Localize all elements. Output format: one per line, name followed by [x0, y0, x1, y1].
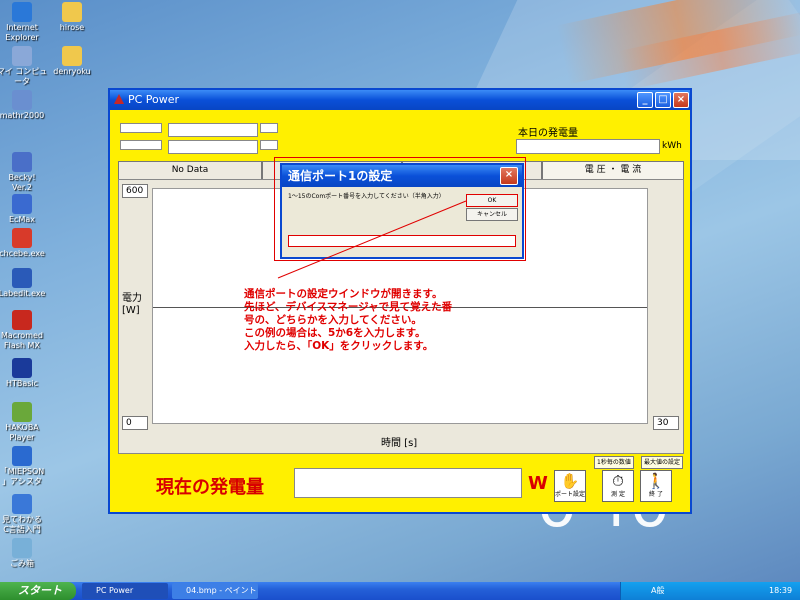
- desktop-icon[interactable]: 見てわかる C言語入門: [0, 494, 54, 535]
- task-pc-power-label: PC Power: [96, 586, 134, 595]
- desktop-icon[interactable]: HTBasic: [0, 358, 54, 389]
- desktop-icon-image: [12, 194, 32, 214]
- kwh-unit: kWh: [662, 141, 682, 151]
- desktop-icon-image: [12, 402, 32, 422]
- desktop-icon[interactable]: HAKOBA Player: [0, 402, 54, 443]
- window-title: PC Power: [128, 93, 180, 106]
- dialog-title: 通信ポート1の設定: [288, 169, 393, 183]
- app-icon: [114, 94, 124, 104]
- max-setting-label[interactable]: 最大値の設定: [641, 456, 684, 469]
- close-button[interactable]: ×: [673, 92, 689, 108]
- taskbar: スタート PC Power 04.bmp - ペイント A般 18:39: [0, 582, 800, 600]
- field-1-label: [120, 123, 162, 133]
- desktop-icon-label: Macromed Flash MX: [0, 331, 43, 350]
- desktop-icon[interactable]: EcMax: [0, 194, 54, 225]
- desktop-icon[interactable]: ごみ箱: [0, 538, 54, 569]
- desktop-icon-label: Labedit.exe: [0, 289, 46, 298]
- desktop-icon[interactable]: Becky! Ver.2: [0, 152, 54, 193]
- desktop-icon-image: [62, 2, 82, 22]
- tab-voltage-current[interactable]: 電 圧 ・ 電 流: [542, 161, 684, 179]
- maximize-button[interactable]: □: [655, 92, 671, 108]
- desktop-icon-label: ごみ箱: [10, 559, 34, 568]
- field-1-unit: [260, 123, 278, 133]
- start-button[interactable]: スタート: [0, 582, 76, 600]
- y-axis-max: 600: [122, 184, 148, 198]
- start-label: スタート: [18, 584, 62, 597]
- y-axis-label: 電力 [W]: [122, 293, 142, 316]
- tab-no-data[interactable]: No Data: [118, 161, 262, 179]
- exit-person-icon: 🚶: [646, 472, 666, 490]
- dialog-titlebar[interactable]: 通信ポート1の設定 ×: [282, 165, 522, 187]
- desktop-icon-image: [12, 310, 32, 330]
- task-paint[interactable]: 04.bmp - ペイント: [172, 583, 258, 599]
- desktop-icon-image: [12, 90, 32, 110]
- port-setting-dialog: 通信ポート1の設定 × 1〜15のComポート番号を入力してください（半角入力）…: [280, 163, 524, 259]
- desktop-icon-image: [12, 494, 32, 514]
- desktop-icon-image: [12, 358, 32, 378]
- x-axis-label: 時間 [s]: [381, 438, 418, 449]
- desktop-icon-label: 見てわかる C言語入門: [2, 515, 42, 534]
- desktop-icon-label: HTBasic: [5, 379, 39, 388]
- desktop-icon[interactable]: denryoku: [40, 46, 104, 77]
- desktop-icon-image: [12, 538, 32, 558]
- task-pc-power[interactable]: PC Power: [82, 583, 168, 599]
- desktop-icon-label: denryoku: [53, 67, 91, 76]
- measure-button[interactable]: ⏱ 測 定: [602, 470, 634, 502]
- current-power-label: 現在の発電量: [156, 477, 264, 498]
- hands-icon: ✋: [560, 472, 580, 490]
- x-axis-max: 30: [653, 416, 679, 430]
- y-axis-min: 0: [122, 416, 148, 430]
- minimize-button[interactable]: _: [637, 92, 653, 108]
- clock[interactable]: 18:39: [769, 582, 792, 600]
- desktop-icon-label: chcebe.exe: [0, 249, 45, 258]
- today-value: [516, 139, 660, 154]
- desktop-icon-image: [62, 46, 82, 66]
- desktop-icon-image: [12, 2, 32, 22]
- current-power-unit: W: [528, 473, 548, 494]
- desktop-icon[interactable]: Labedit.exe: [0, 268, 54, 299]
- field-2-input[interactable]: [168, 140, 258, 154]
- port-setting-button[interactable]: ✋ ポート設定: [554, 470, 586, 502]
- port-setting-label: ポート設定: [555, 491, 586, 498]
- desktop-icon-label: EcMax: [9, 215, 35, 224]
- task-paint-label: 04.bmp - ペイント: [186, 586, 257, 595]
- measure-label: 測 定: [611, 491, 625, 498]
- desktop-icon-label: HAKOBA Player: [5, 423, 39, 442]
- dialog-ok-button[interactable]: OK: [466, 194, 518, 207]
- today-label: 本日の発電量: [518, 128, 578, 139]
- per-second-label: 1秒毎の数値: [594, 456, 634, 469]
- desktop-icon-label: mathr2000: [0, 111, 45, 120]
- field-1-input[interactable]: [168, 123, 258, 137]
- window-titlebar[interactable]: PC Power _ □ ×: [110, 90, 690, 110]
- current-power-value: [294, 468, 522, 498]
- ime-indicator[interactable]: A般: [651, 582, 664, 600]
- field-2-unit: [260, 140, 278, 150]
- desktop-icon[interactable]: Macromed Flash MX: [0, 310, 54, 351]
- port-number-input[interactable]: [288, 235, 516, 247]
- desktop-icon-image: [12, 268, 32, 288]
- desktop-icon-image: [12, 46, 32, 66]
- desktop-icon[interactable]: 「MIEPSON 」アシスタ: [0, 446, 54, 487]
- desktop-icon-label: hirose: [59, 23, 85, 32]
- desktop-icon-image: [12, 446, 32, 466]
- exit-button[interactable]: 🚶 終 了: [640, 470, 672, 502]
- instruction-text: 通信ポートの設定ウインドウが開きます。 先ほど、デバイスマネージャで見て覚えた番…: [244, 288, 453, 352]
- dialog-close-button[interactable]: ×: [500, 167, 518, 185]
- desktop-icon-label: 「MIEPSON 」アシスタ: [0, 467, 45, 486]
- field-2-label: [120, 140, 162, 150]
- desktop-icon-image: [12, 228, 32, 248]
- system-tray: A般 18:39: [620, 582, 800, 600]
- desktop-icon-image: [12, 152, 32, 172]
- exit-label: 終 了: [649, 491, 663, 498]
- desktop-icon[interactable]: hirose: [40, 2, 104, 33]
- desktop-icon[interactable]: chcebe.exe: [0, 228, 54, 259]
- desktop-icon-label: Becky! Ver.2: [8, 173, 36, 192]
- dialog-cancel-button[interactable]: キャンセル: [466, 208, 518, 221]
- dialog-prompt: 1〜15のComポート番号を入力してください（半角入力）: [288, 193, 445, 200]
- desktop-icon[interactable]: mathr2000: [0, 90, 54, 121]
- stopwatch-icon: ⏱: [612, 472, 624, 490]
